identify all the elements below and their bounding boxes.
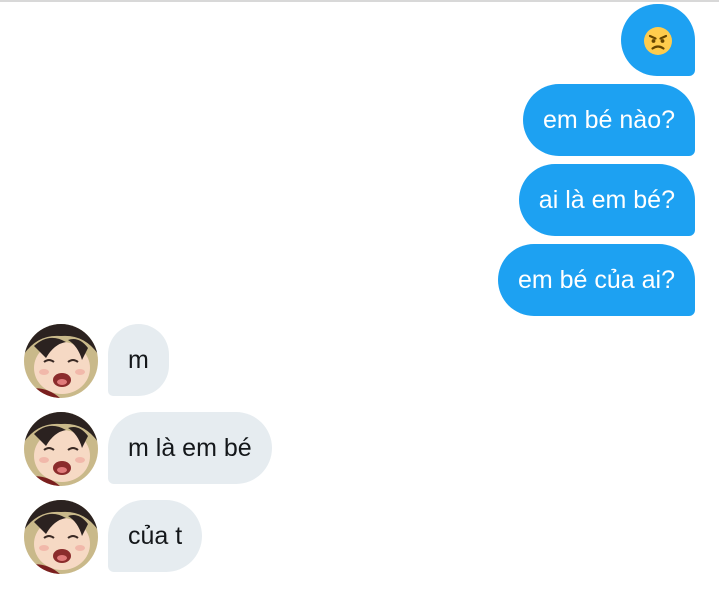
- sent-message-emoji[interactable]: [621, 4, 695, 76]
- sender-avatar[interactable]: [24, 412, 98, 486]
- sent-message[interactable]: ai là em bé?: [518, 164, 695, 236]
- anime-character-avatar-icon: [24, 500, 98, 574]
- angry-face-emoji-icon: [644, 27, 672, 56]
- top-divider: [0, 0, 719, 2]
- sender-avatar[interactable]: [24, 500, 98, 574]
- sent-message[interactable]: em bé nào?: [522, 84, 695, 156]
- anime-character-avatar-icon: [24, 412, 98, 486]
- received-message[interactable]: của t: [108, 500, 203, 572]
- sender-avatar[interactable]: [24, 324, 98, 398]
- anime-character-avatar-icon: [24, 324, 98, 398]
- sent-message[interactable]: em bé của ai?: [497, 244, 695, 316]
- received-message[interactable]: m: [108, 324, 169, 396]
- received-message[interactable]: m là em bé: [108, 412, 272, 484]
